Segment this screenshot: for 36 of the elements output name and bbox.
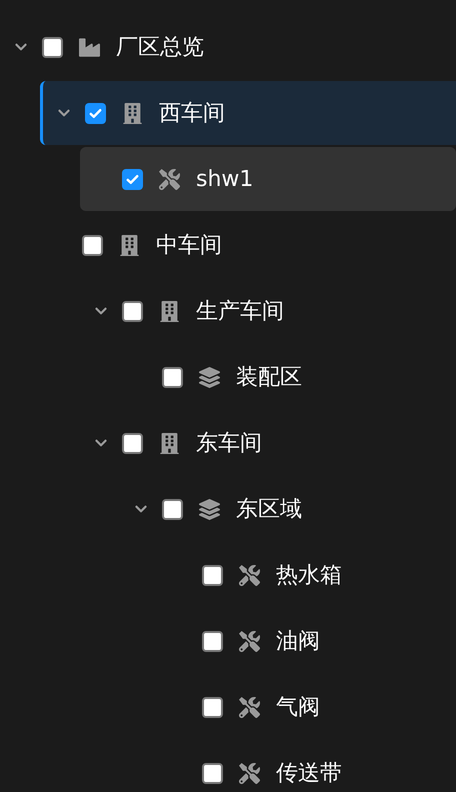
tools-icon [239,564,260,586]
layers-icon [199,498,220,520]
tools-icon [239,630,260,652]
checkbox[interactable] [202,762,223,784]
checkbox[interactable] [122,432,143,454]
node-label[interactable]: 热水箱 [276,558,342,592]
checkbox[interactable] [202,564,223,586]
checkbox[interactable] [82,234,103,256]
factory-icon [79,36,100,58]
checkbox[interactable] [122,300,143,322]
node-label[interactable]: 生产车间 [196,294,284,328]
node-label[interactable]: 厂区总览 [116,30,204,64]
node-label[interactable]: shw1 [196,162,254,196]
node-label[interactable]: 气阀 [276,690,320,724]
building-icon [159,432,180,454]
tools-icon [159,168,180,190]
checkbox[interactable] [162,366,183,388]
building-icon [159,300,180,322]
checkbox[interactable] [202,630,223,652]
checkbox[interactable] [162,498,183,520]
node-label[interactable]: 中车间 [156,228,222,262]
checkbox[interactable] [202,696,223,718]
node-label[interactable]: 装配区 [236,360,302,394]
checkbox[interactable] [42,36,63,58]
node-label[interactable]: 传送带 [276,756,342,790]
node-label[interactable]: 东区域 [236,492,302,526]
node-label[interactable]: 西车间 [159,96,225,130]
checkbox[interactable] [122,168,143,190]
node-label[interactable]: 东车间 [196,426,262,460]
tools-icon [239,696,260,718]
building-icon [119,234,140,256]
tools-icon [239,762,260,784]
checkbox[interactable] [85,102,106,124]
building-icon [122,102,143,124]
node-label[interactable]: 油阀 [276,624,320,658]
layers-icon [199,366,220,388]
